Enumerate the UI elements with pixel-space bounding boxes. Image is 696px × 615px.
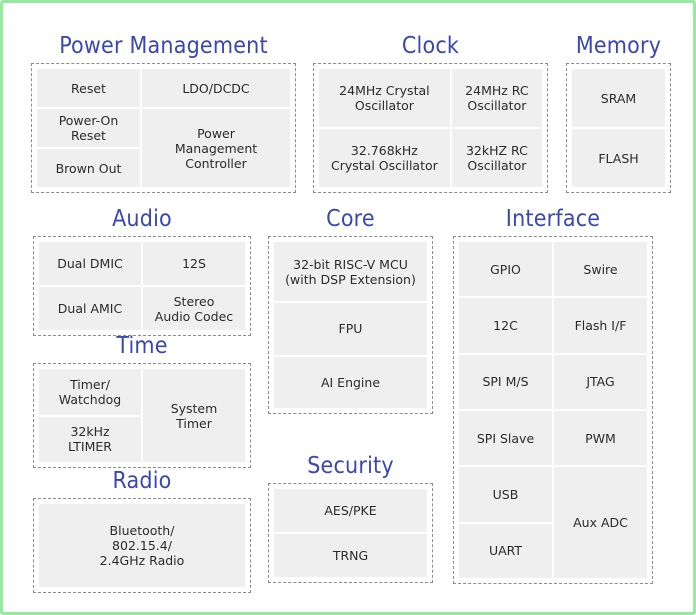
block-aux-adc: Aux ADC — [554, 467, 647, 578]
block-brown-out: Brown Out — [37, 149, 140, 187]
block-stereo-audio-codec: Stereo Audio Codec — [143, 287, 245, 330]
block-spi-master-slave: SPI M/S — [459, 354, 552, 409]
block-ai-engine: AI Engine — [274, 356, 427, 408]
block-spi-slave: SPI Slave — [459, 410, 552, 466]
block-24mhz-crystal-oscillator: 24MHz Crystal Oscillator — [319, 69, 450, 127]
block-swire: Swire — [554, 242, 647, 297]
block-32768khz-crystal-oscillator: 32.768kHz Crystal Oscillator — [319, 129, 450, 187]
block-uart: UART — [459, 523, 552, 578]
block-fpu: FPU — [274, 303, 427, 355]
section-radio: Radio Bluetooth/ 802.15.4/ 2.4GHz Radio — [33, 468, 251, 593]
block-i2c: 12C — [459, 298, 552, 353]
block-i2s: 12S — [143, 242, 245, 285]
block-power-on-reset: Power-On Reset — [37, 109, 140, 147]
block-system-timer: System Timer — [143, 369, 245, 462]
block-usb: USB — [459, 467, 552, 522]
block-pwm: PWM — [554, 410, 647, 466]
section-body-clock: 24MHz Crystal Oscillator 24MHz RC Oscill… — [313, 63, 548, 193]
block-reset: Reset — [37, 69, 140, 107]
section-title-security: Security — [307, 453, 394, 479]
block-ldo-dcdc: LDO/DCDC — [142, 69, 290, 107]
block-aes-pke: AES/PKE — [274, 489, 427, 532]
soc-block-diagram: Power Management Reset LDO/DCDC Power-On… — [0, 0, 696, 615]
block-power-management-controller: Power Management Controller — [142, 109, 290, 187]
section-body-time: Timer/ Watchdog System Timer 32kHz LTIME… — [33, 363, 251, 468]
section-body-power-management: Reset LDO/DCDC Power-On Reset Power Mana… — [31, 63, 296, 193]
block-32khz-rc-oscillator: 32kHZ RC Oscillator — [451, 129, 542, 187]
block-flash: FLASH — [572, 129, 665, 187]
section-audio: Audio Dual DMIC 12S Dual AMIC Stereo Aud… — [33, 206, 251, 336]
block-24mhz-rc-oscillator: 24MHz RC Oscillator — [451, 69, 542, 127]
block-jtag: JTAG — [554, 354, 647, 409]
section-body-interface: GPIO Swire 12C Flash I/F SPI M/S JTAG SP… — [453, 236, 653, 584]
section-interface: Interface GPIO Swire 12C Flash I/F SPI M… — [453, 206, 653, 584]
section-title-time: Time — [116, 333, 168, 359]
block-gpio: GPIO — [459, 242, 552, 297]
block-dual-amic: Dual AMIC — [39, 287, 141, 330]
block-dual-dmic: Dual DMIC — [39, 242, 141, 285]
block-sram: SRAM — [572, 69, 665, 127]
section-body-core: 32-bit RISC-V MCU (with DSP Extension) F… — [268, 236, 433, 414]
section-body-radio: Bluetooth/ 802.15.4/ 2.4GHz Radio — [33, 498, 251, 593]
section-power-management: Power Management Reset LDO/DCDC Power-On… — [31, 33, 296, 193]
section-title-radio: Radio — [112, 468, 172, 494]
section-title-power-management: Power Management — [59, 33, 268, 59]
section-clock: Clock 24MHz Crystal Oscillator 24MHz RC … — [313, 33, 548, 193]
block-flash-if: Flash I/F — [554, 298, 647, 353]
section-body-security: AES/PKE TRNG — [268, 483, 433, 583]
section-title-core: Core — [326, 206, 375, 232]
block-timer-watchdog: Timer/ Watchdog — [39, 369, 141, 415]
section-title-memory: Memory — [575, 33, 662, 59]
section-time: Time Timer/ Watchdog System Timer 32kHz … — [33, 333, 251, 468]
block-32khz-ltimer: 32kHz LTIMER — [39, 416, 141, 462]
section-security: Security AES/PKE TRNG — [268, 453, 433, 583]
block-bluetooth-802154-24ghz-radio: Bluetooth/ 802.15.4/ 2.4GHz Radio — [39, 504, 245, 587]
block-risc-v-mcu: 32-bit RISC-V MCU (with DSP Extension) — [274, 242, 427, 302]
section-memory: Memory SRAM FLASH — [566, 33, 671, 193]
section-body-audio: Dual DMIC 12S Dual AMIC Stereo Audio Cod… — [33, 236, 251, 336]
section-title-interface: Interface — [505, 206, 601, 232]
section-core: Core 32-bit RISC-V MCU (with DSP Extensi… — [268, 206, 433, 414]
section-body-memory: SRAM FLASH — [566, 63, 671, 193]
section-title-audio: Audio — [112, 206, 172, 232]
block-trng: TRNG — [274, 534, 427, 577]
section-title-clock: Clock — [401, 33, 460, 59]
